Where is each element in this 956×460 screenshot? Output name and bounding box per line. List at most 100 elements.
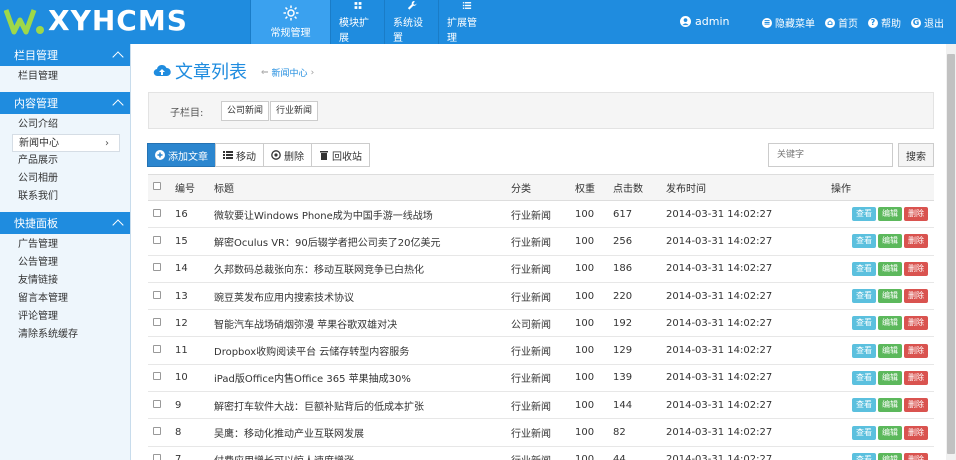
row-checkbox[interactable] <box>153 427 161 436</box>
delete-row-button[interactable]: 删除 <box>904 452 928 460</box>
sidebar-item-clear-cache[interactable]: 清除系统缓存 <box>0 326 130 344</box>
sidebar-section-column[interactable]: 栏目管理 <box>0 44 130 66</box>
row-checkbox[interactable] <box>153 317 161 326</box>
row-title[interactable]: Dropbox收购阅读平台 云储存转型内容服务 <box>214 336 511 365</box>
view-button[interactable]: 查看 <box>852 343 876 358</box>
row-actions: 查看 编辑 删除 <box>831 391 934 420</box>
sidebar-item-products[interactable]: 产品展示 <box>0 152 130 170</box>
edit-button[interactable]: 编辑 <box>878 289 902 304</box>
sidebar-item-notices[interactable]: 公告管理 <box>0 254 130 272</box>
delete-row-button[interactable]: 删除 <box>904 343 928 358</box>
breadcrumb-link[interactable]: 新闻中心 <box>272 66 308 79</box>
hide-menu-link[interactable]: ≡ 隐藏菜单 <box>762 15 815 30</box>
delete-row-button[interactable]: 删除 <box>904 234 928 249</box>
sidebar-item-album[interactable]: 公司相册 <box>0 170 130 188</box>
row-category: 行业新闻 <box>511 364 575 393</box>
sidebar-item-links[interactable]: 友情链接 <box>0 272 130 290</box>
sidebar-item-company-intro[interactable]: 公司介绍 <box>0 116 130 134</box>
row-clicks: 192 <box>613 309 666 338</box>
sidebar-section-shortcuts[interactable]: 快捷面板 <box>0 212 130 234</box>
delete-row-button[interactable]: 删除 <box>904 370 928 385</box>
tab-system-settings[interactable]: 系统设置 <box>384 0 438 44</box>
page-title: 文章列表 <box>153 58 247 84</box>
subcategory-company-news[interactable]: 公司新闻 <box>221 101 270 121</box>
tab-general[interactable]: 常规管理 <box>250 0 330 44</box>
row-checkbox[interactable] <box>153 454 161 460</box>
row-title[interactable]: 微软要让Windows Phone成为中国手游一线战场 <box>214 200 511 229</box>
move-button[interactable]: 移动 <box>215 143 264 167</box>
row-title[interactable]: 久邦数码总裁张向东：移动互联网竞争已白热化 <box>214 255 511 283</box>
row-clicks: 144 <box>613 391 666 420</box>
tab-modules[interactable]: 模块扩展 <box>330 0 384 44</box>
row-time: 2014-03-31 14:02:27 <box>666 309 831 338</box>
scrollbar[interactable] <box>946 44 956 460</box>
row-weight: 100 <box>575 391 613 420</box>
row-title[interactable]: 解密Oculus VR：90后辍学者把公司卖了20亿美元 <box>214 227 511 256</box>
sidebar-item-guestbook[interactable]: 留言本管理 <box>0 290 130 308</box>
delete-row-button[interactable]: 删除 <box>904 425 928 440</box>
row-checkbox[interactable] <box>153 235 161 244</box>
row-title[interactable]: 吴鹰：移动化推动产业互联网发展 <box>214 418 511 447</box>
row-checkbox-cell <box>148 336 175 365</box>
row-checkbox[interactable] <box>153 399 161 408</box>
sidebar-item-column-manage[interactable]: 栏目管理 <box>0 68 130 86</box>
edit-button[interactable]: 编辑 <box>878 425 902 440</box>
row-weight: 100 <box>575 255 613 283</box>
edit-button[interactable]: 编辑 <box>878 261 902 276</box>
user-menu[interactable]: admin <box>680 15 729 28</box>
keyword-search-input[interactable] <box>768 143 893 167</box>
subcategory-industry-news[interactable]: 行业新闻 <box>270 101 319 121</box>
row-checkbox[interactable] <box>153 263 161 272</box>
view-button[interactable]: 查看 <box>852 261 876 276</box>
delete-row-button[interactable]: 删除 <box>904 316 928 331</box>
edit-button[interactable]: 编辑 <box>878 207 902 222</box>
view-button[interactable]: 查看 <box>852 425 876 440</box>
row-title[interactable]: 豌豆荚发布应用内搜索技术协议 <box>214 282 511 311</box>
sidebar-item-ads[interactable]: 广告管理 <box>0 236 130 254</box>
add-article-button[interactable]: 添加文章 <box>147 143 216 167</box>
view-button[interactable]: 查看 <box>852 398 876 413</box>
view-button[interactable]: 查看 <box>852 370 876 385</box>
sidebar-item-comments[interactable]: 评论管理 <box>0 308 130 326</box>
edit-button[interactable]: 编辑 <box>878 452 902 460</box>
top-bar: XYHCMS 常规管理 模块扩展 系统设置 扩展管理 admin ≡ 隐藏菜单 … <box>0 0 956 44</box>
delete-button[interactable]: 删除 <box>263 143 312 167</box>
recycle-bin-button[interactable]: 回收站 <box>311 143 370 167</box>
delete-row-button[interactable]: 删除 <box>904 261 928 276</box>
view-button[interactable]: 查看 <box>852 452 876 460</box>
sidebar-item-news-center[interactable]: 新闻中心 › <box>12 134 120 152</box>
column-header-category: 分类 <box>511 174 575 201</box>
delete-row-button[interactable]: 删除 <box>904 207 928 222</box>
delete-row-button[interactable]: 删除 <box>904 398 928 413</box>
edit-button[interactable]: 编辑 <box>878 316 902 331</box>
row-checkbox[interactable] <box>153 208 161 217</box>
row-title[interactable]: iPad版Office内售Office 365 苹果抽成30% <box>214 364 511 393</box>
view-button[interactable]: 查看 <box>852 289 876 304</box>
edit-button[interactable]: 编辑 <box>878 370 902 385</box>
help-link[interactable]: ? 帮助 <box>868 15 901 30</box>
view-button[interactable]: 查看 <box>852 207 876 222</box>
row-title[interactable]: 智能汽车战场硝烟弥漫 苹果谷歌双雄对决 <box>214 309 511 338</box>
logo[interactable]: XYHCMS <box>4 4 188 38</box>
row-title[interactable]: 付费应用增长可以惊人速度增涨 <box>214 446 511 460</box>
edit-button[interactable]: 编辑 <box>878 398 902 413</box>
home-link[interactable]: ⌂ 首页 <box>825 15 858 30</box>
row-checkbox[interactable] <box>153 345 161 354</box>
view-button[interactable]: 查看 <box>852 316 876 331</box>
sidebar-section-content[interactable]: 内容管理 <box>0 92 130 114</box>
logout-link[interactable]: G 退出 <box>911 15 944 30</box>
tab-extensions[interactable]: 扩展管理 <box>438 0 494 44</box>
row-checkbox[interactable] <box>153 372 161 381</box>
edit-button[interactable]: 编辑 <box>878 343 902 358</box>
scrollbar-thumb[interactable] <box>947 54 955 454</box>
search-button[interactable]: 搜索 <box>898 143 934 167</box>
row-title[interactable]: 解密打车软件大战：巨额补贴背后的低成本扩张 <box>214 391 511 420</box>
view-button[interactable]: 查看 <box>852 234 876 249</box>
select-all-checkbox[interactable] <box>153 182 161 190</box>
row-checkbox-cell <box>148 255 175 283</box>
sidebar-item-contact[interactable]: 联系我们 <box>0 188 130 206</box>
delete-row-button[interactable]: 删除 <box>904 289 928 304</box>
edit-button[interactable]: 编辑 <box>878 234 902 249</box>
row-checkbox[interactable] <box>153 290 161 299</box>
row-weight: 100 <box>575 309 613 338</box>
